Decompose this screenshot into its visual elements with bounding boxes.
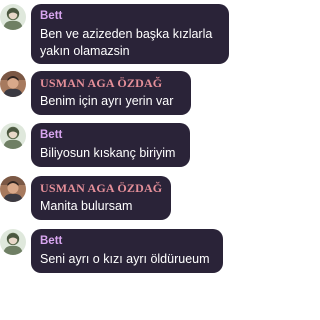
author-name[interactable]: Bett	[40, 234, 214, 249]
message-bubble: USMAN AGA ÖZDAĞ Benim için ayrı yerin va…	[31, 71, 191, 115]
message-text: Ben ve azizeden başka kızlarla yakın ola…	[40, 27, 213, 58]
message-bubble: Bett Ben ve azizeden başka kızlarla yakı…	[31, 4, 229, 64]
message-bubble: Bett Seni ayrı o kızı ayrı öldürueum	[31, 229, 223, 273]
message-bubble: Bett Biliyosun kıskanç biriyim	[31, 123, 190, 167]
message-bubble: USMAN AGA ÖZDAĞ Manita bulursam	[31, 176, 171, 220]
usman-avatar[interactable]	[0, 176, 26, 202]
message-text: Biliyosun kıskanç biriyim	[40, 146, 176, 160]
author-name[interactable]: Bett	[40, 9, 220, 24]
bett-avatar[interactable]	[0, 4, 26, 30]
author-name[interactable]: USMAN AGA ÖZDAĞ	[40, 76, 182, 91]
chat-log: Bett Ben ve azizeden başka kızlarla yakı…	[0, 0, 262, 320]
author-name[interactable]: USMAN AGA ÖZDAĞ	[40, 181, 162, 196]
bett-avatar[interactable]	[0, 229, 26, 255]
message-text: Benim için ayrı yerin var	[40, 94, 174, 108]
message-text: Manita bulursam	[40, 199, 133, 213]
author-name[interactable]: Bett	[40, 128, 181, 143]
usman-avatar[interactable]	[0, 71, 26, 97]
message-text: Seni ayrı o kızı ayrı öldürueum	[40, 252, 210, 266]
bett-avatar[interactable]	[0, 123, 26, 149]
